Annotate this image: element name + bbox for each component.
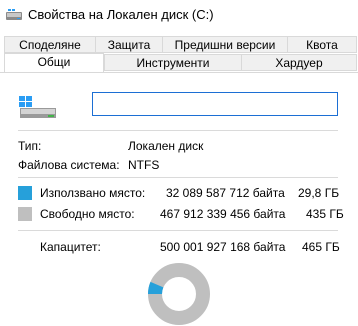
capacity-label: Капацитет: [40, 240, 101, 254]
free-space-size: 435 ГБ [306, 207, 344, 221]
separator [18, 230, 338, 231]
free-space-ring [148, 263, 210, 325]
type-label: Тип: [18, 139, 42, 153]
used-space-swatch [18, 186, 32, 200]
used-space-size: 29,8 ГБ [298, 186, 340, 200]
filesystem-value: NTFS [128, 158, 160, 172]
capacity-bytes: 500 001 927 168 байта [160, 240, 286, 254]
free-space-label: Свободно място: [40, 207, 135, 221]
tab-tools[interactable]: Инструменти [104, 54, 242, 71]
window-title: Свойства на Локален диск (C:) [28, 7, 214, 22]
tab-general[interactable]: Общи [4, 53, 104, 72]
tab-security[interactable]: Защита [95, 36, 163, 53]
capacity-size: 465 ГБ [302, 240, 340, 254]
usage-donut-chart [148, 263, 210, 325]
used-space-label: Използвано място: [40, 186, 146, 200]
tab-hardware[interactable]: Хардуер [241, 54, 357, 71]
used-space-arc [148, 281, 164, 295]
type-value: Локален диск [128, 139, 204, 153]
used-space-bytes: 32 089 587 712 байта [166, 186, 285, 200]
drive-icon [6, 9, 22, 20]
title-bar: Свойства на Локален диск (C:) [0, 0, 358, 30]
drive-name-input[interactable] [92, 92, 338, 116]
drive-icon [19, 96, 56, 118]
tab-previous-versions[interactable]: Предишни версии [162, 36, 288, 53]
filesystem-label: Файлова система: [18, 158, 120, 172]
separator [18, 177, 338, 178]
tab-quota[interactable]: Квота [287, 36, 357, 53]
tab-sharing[interactable]: Споделяне [4, 36, 96, 53]
free-space-swatch [18, 207, 32, 221]
tab-strip: Споделяне Защита Предишни версии Квота О… [0, 36, 358, 72]
free-space-bytes: 467 912 339 456 байта [160, 207, 286, 221]
separator [18, 130, 338, 131]
